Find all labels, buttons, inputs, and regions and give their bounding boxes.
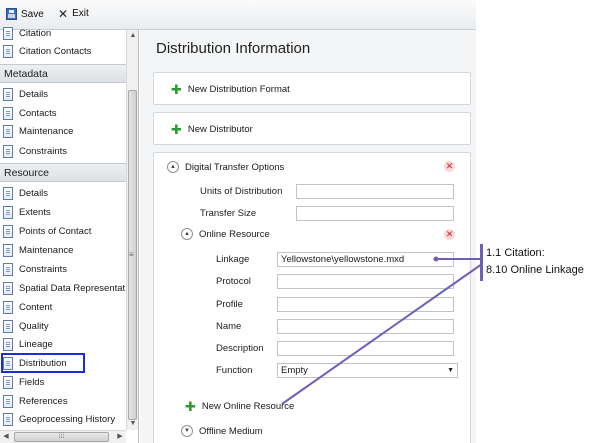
callout-lines <box>281 256 483 405</box>
callout-line-new-online-resource <box>281 263 483 405</box>
callout-dot <box>433 256 439 262</box>
callout-line-1: 1.1 Citation: <box>486 247 545 259</box>
callout-bracket <box>480 244 483 281</box>
callout-line-2: 8.10 Online Linkage <box>486 264 584 276</box>
